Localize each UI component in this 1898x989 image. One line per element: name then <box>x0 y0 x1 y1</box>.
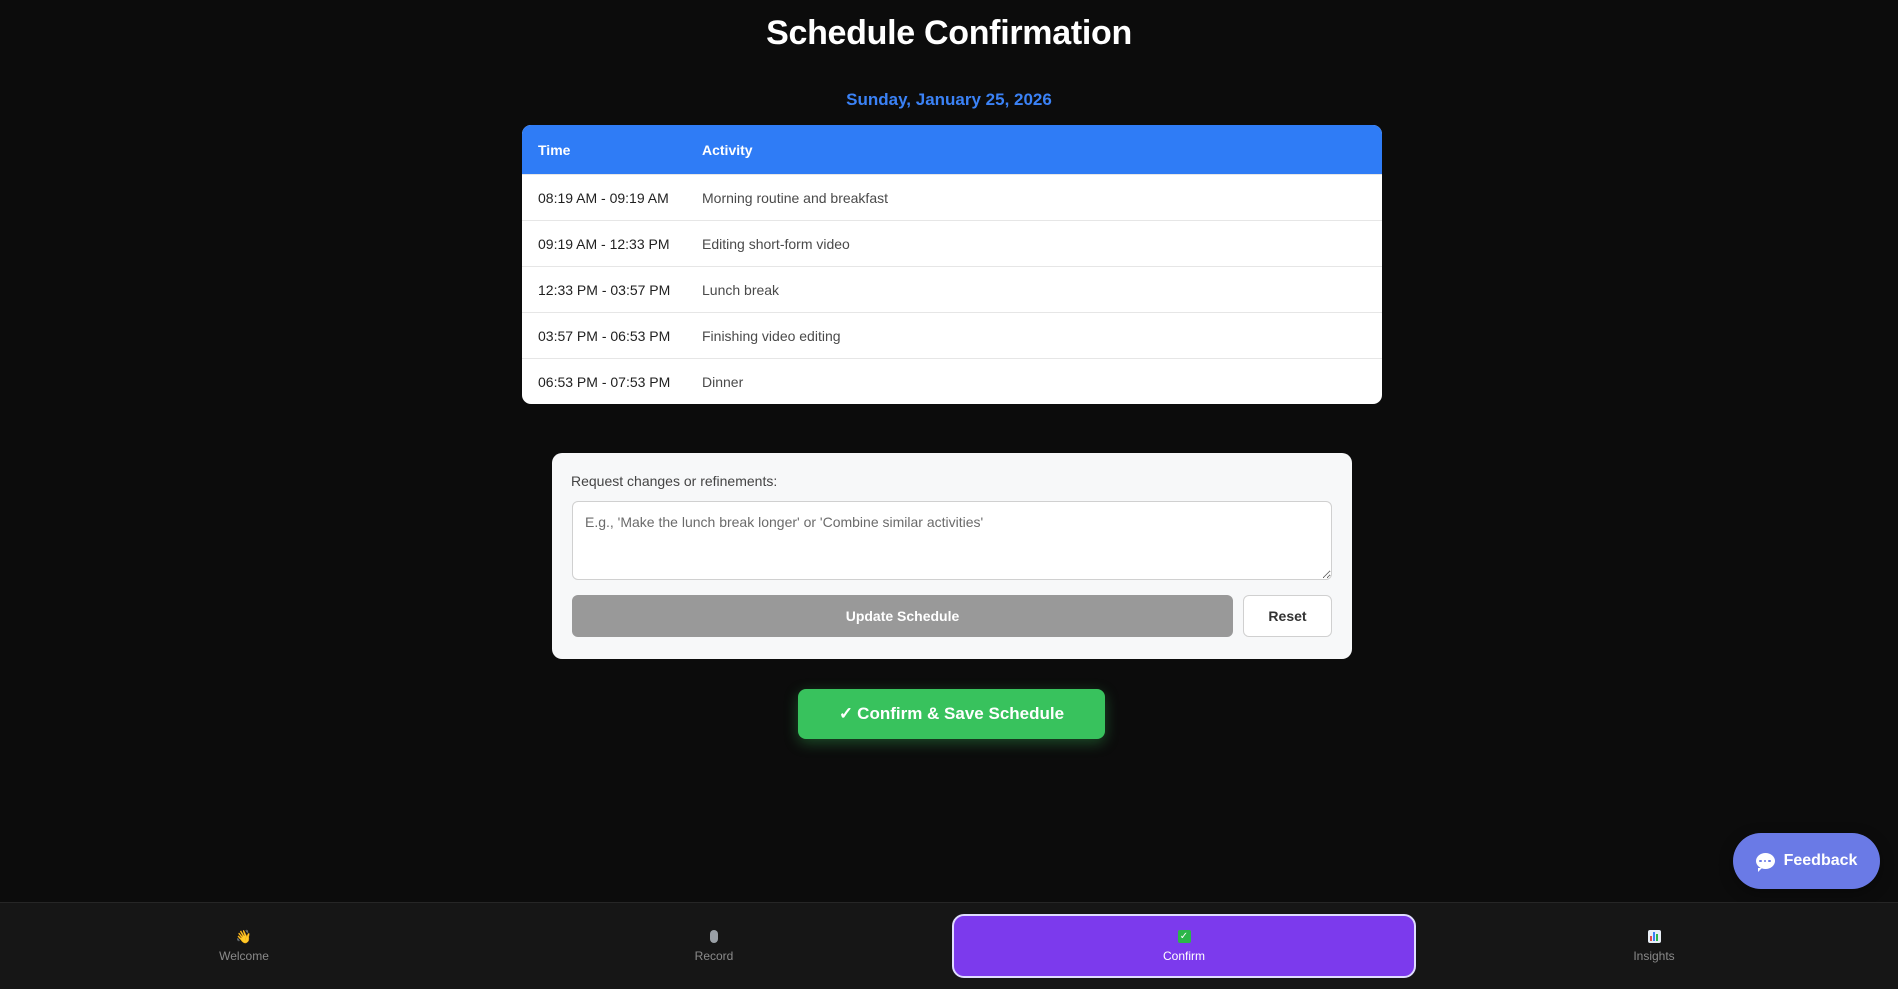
nav-item-record[interactable]: Record <box>482 914 946 978</box>
schedule-confirmation-page: Schedule Confirmation Sunday, January 25… <box>0 0 1898 989</box>
nav-label: Confirm <box>1162 948 1205 963</box>
row-time: 06:53 PM - 07:53 PM <box>538 373 671 390</box>
reset-button[interactable]: Reset <box>1243 595 1332 637</box>
refinement-textarea[interactable] <box>572 501 1332 580</box>
row-activity: Morning routine and breakfast <box>702 189 888 206</box>
feedback-button[interactable]: Feedback <box>1733 833 1880 889</box>
refine-actions: Update Schedule Reset <box>572 595 1332 637</box>
nav-label: Welcome <box>219 948 269 963</box>
row-time: 09:19 AM - 12:33 PM <box>538 235 670 252</box>
table-row: 09:19 AM - 12:33 PM Editing short-form v… <box>522 220 1382 266</box>
confirm-save-label: Confirm & Save Schedule <box>857 704 1065 723</box>
table-header: Time Activity <box>522 125 1382 174</box>
check-mark-icon: ✓ <box>838 704 854 723</box>
bottom-nav: 👋 Welcome Record ✓ Confirm Insights <box>0 902 1898 989</box>
refine-panel: Request changes or refinements: Update S… <box>552 453 1352 659</box>
row-activity: Finishing video editing <box>702 327 841 344</box>
time-column-header: Time <box>538 141 571 158</box>
chat-bubble-icon <box>1755 853 1775 872</box>
check-mark-icon: ✓ <box>1177 930 1191 944</box>
table-row: 08:19 AM - 09:19 AM Morning routine and … <box>522 174 1382 220</box>
confirm-save-button[interactable]: ✓ Confirm & Save Schedule <box>798 689 1105 739</box>
refine-label: Request changes or refinements: <box>571 473 778 489</box>
nav-label: Insights <box>1633 948 1675 963</box>
schedule-table: Time Activity 08:19 AM - 09:19 AM Mornin… <box>522 125 1382 404</box>
nav-item-insights[interactable]: Insights <box>1422 914 1886 978</box>
update-schedule-button[interactable]: Update Schedule <box>572 595 1233 637</box>
row-time: 12:33 PM - 03:57 PM <box>538 281 671 298</box>
page-title: Schedule Confirmation <box>766 14 1132 52</box>
waving-hand-icon: 👋 <box>235 929 253 944</box>
row-activity: Lunch break <box>702 281 780 298</box>
schedule-date: Sunday, January 25, 2026 <box>846 90 1052 109</box>
microphone-icon <box>710 930 718 944</box>
nav-item-confirm[interactable]: ✓ Confirm <box>952 914 1416 978</box>
feedback-label: Feedback <box>1783 852 1858 869</box>
row-activity: Editing short-form video <box>702 235 850 252</box>
table-row: 12:33 PM - 03:57 PM Lunch break <box>522 266 1382 312</box>
row-time: 08:19 AM - 09:19 AM <box>538 189 669 206</box>
activity-column-header: Activity <box>702 141 753 158</box>
table-row: 03:57 PM - 06:53 PM Finishing video edit… <box>522 312 1382 358</box>
nav-item-welcome[interactable]: 👋 Welcome <box>12 914 476 978</box>
row-time: 03:57 PM - 06:53 PM <box>538 327 671 344</box>
nav-label: Record <box>694 948 734 963</box>
row-activity: Dinner <box>702 373 744 390</box>
bar-chart-icon <box>1647 930 1661 944</box>
table-row: 06:53 PM - 07:53 PM Dinner <box>522 358 1382 404</box>
